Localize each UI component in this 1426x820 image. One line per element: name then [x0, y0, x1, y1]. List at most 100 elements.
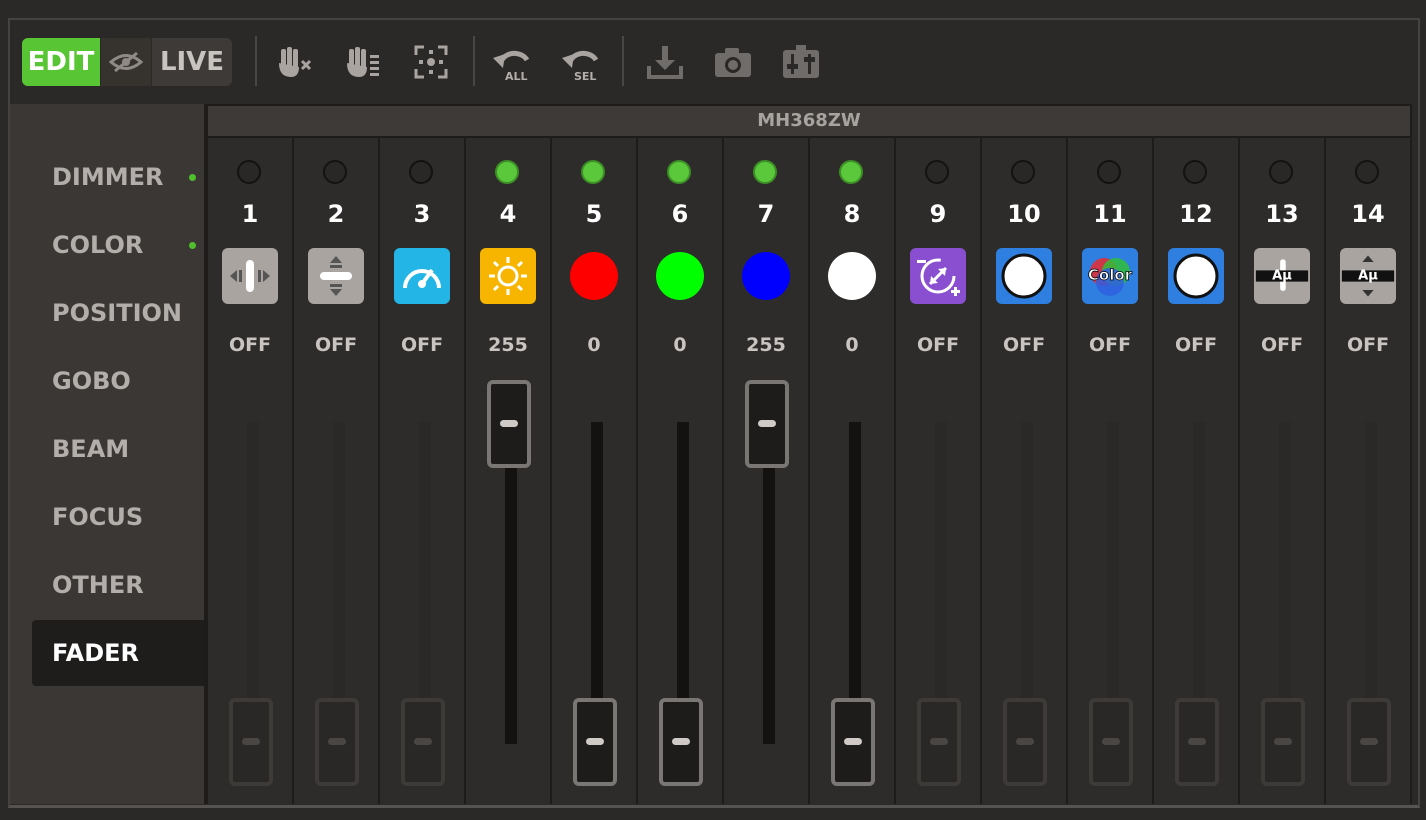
- fader-track[interactable]: [505, 422, 517, 744]
- store-icon: [647, 46, 683, 79]
- fader-knob[interactable]: [315, 698, 359, 786]
- active-values-indicator: [189, 174, 196, 181]
- channel-strip: 4 255: [466, 138, 550, 804]
- channel-strip: 2 OFF: [294, 138, 378, 804]
- fader-track[interactable]: [1193, 422, 1205, 744]
- sidebar-item-beam[interactable]: BEAM: [32, 416, 204, 482]
- hide-mode-button[interactable]: [100, 38, 152, 86]
- channel-status-led[interactable]: [1011, 160, 1035, 184]
- channel-value: OFF: [228, 334, 272, 356]
- fader-knob[interactable]: [573, 698, 617, 786]
- channel-status-led[interactable]: [753, 160, 777, 184]
- channel-number: 3: [413, 200, 431, 228]
- fader-track[interactable]: [677, 422, 689, 744]
- sidebar-item-focus[interactable]: FOCUS: [32, 484, 204, 550]
- sidebar-item-position[interactable]: POSITION: [32, 280, 204, 346]
- channel-status-led[interactable]: [581, 160, 605, 184]
- fixture-name: MH368ZW: [208, 106, 1410, 136]
- color-wheel-icon: [996, 248, 1052, 304]
- fader-knob[interactable]: [917, 698, 961, 786]
- highlight-button[interactable]: [340, 40, 386, 84]
- fader-track[interactable]: [1021, 422, 1033, 744]
- channel-strip: 13 Aμ OFF: [1240, 138, 1324, 804]
- channel-status-led[interactable]: [1097, 160, 1121, 184]
- snapshot-button[interactable]: [710, 40, 756, 84]
- fader-knob[interactable]: [1003, 698, 1047, 786]
- fader-knob[interactable]: [1347, 698, 1391, 786]
- undo-selected-button[interactable]: SEL: [559, 40, 605, 84]
- fader-grip: [1274, 738, 1292, 745]
- channel-number: 2: [327, 200, 345, 228]
- fader-track[interactable]: [763, 422, 775, 744]
- fader-track[interactable]: [591, 422, 603, 744]
- fader-track[interactable]: [935, 422, 947, 744]
- channel-number: 14: [1351, 200, 1385, 228]
- sidebar-item-color[interactable]: COLOR: [32, 212, 204, 278]
- fader-knob[interactable]: [1089, 698, 1133, 786]
- fader-grip: [242, 738, 260, 745]
- fader-settings-button[interactable]: [778, 40, 824, 84]
- channel-status-led[interactable]: [839, 160, 863, 184]
- sidebar-item-fader[interactable]: FADER: [32, 620, 204, 686]
- fixture-fader-panel: MH368ZW 1 OFF 2 OFF 3 OFF 4 255 5 0 6 0 7 255 8 0 9 OFF 10…: [204, 104, 1412, 804]
- fader-track[interactable]: [247, 422, 259, 744]
- fader-knob[interactable]: [659, 698, 703, 786]
- channel-value: OFF: [1260, 334, 1304, 356]
- fader-track[interactable]: [333, 422, 345, 744]
- channel-status-led[interactable]: [409, 160, 433, 184]
- channel-strip: 11 Color OFF: [1068, 138, 1152, 804]
- channel-status-led[interactable]: [667, 160, 691, 184]
- sidebar-item-dimmer[interactable]: DIMMER: [32, 144, 204, 210]
- channel-status-led[interactable]: [495, 160, 519, 184]
- channel-status-led[interactable]: [925, 160, 949, 184]
- fader-grip: [1360, 738, 1378, 745]
- fader-grip: [1016, 738, 1034, 745]
- channel-value: 255: [746, 334, 786, 356]
- fader-grip: [1188, 738, 1206, 745]
- channel-status-led[interactable]: [323, 160, 347, 184]
- channel-number: 5: [585, 200, 603, 228]
- fader-knob[interactable]: [745, 380, 789, 468]
- fader-track[interactable]: [1365, 422, 1377, 744]
- channel-status-led[interactable]: [1269, 160, 1293, 184]
- fader-knob[interactable]: [831, 698, 875, 786]
- fader-knob[interactable]: [401, 698, 445, 786]
- edit-mode-button[interactable]: EDIT: [22, 38, 100, 86]
- sidebar-item-other[interactable]: OTHER: [32, 552, 204, 618]
- undo-all-button[interactable]: ALL: [490, 40, 536, 84]
- channel-strip: 12 OFF: [1154, 138, 1238, 804]
- auto-program-speed-icon: Aμ: [1340, 248, 1396, 304]
- white-color-icon: [824, 248, 880, 304]
- fader-knob[interactable]: [1261, 698, 1305, 786]
- tilt-fine-icon: [308, 248, 364, 304]
- fader-settings-icon: [783, 45, 819, 78]
- channel-number: 8: [843, 200, 861, 228]
- channel-strip: 3 OFF: [380, 138, 464, 804]
- fader-track[interactable]: [1107, 422, 1119, 744]
- channel-strip: 9 OFF: [896, 138, 980, 804]
- clear-hand-button[interactable]: [272, 40, 318, 84]
- live-mode-button[interactable]: LIVE: [152, 38, 232, 86]
- fader-grip: [1102, 738, 1120, 745]
- fader-grip: [844, 738, 862, 745]
- channel-number: 12: [1179, 200, 1213, 228]
- auto-program-speed-label: Aμ: [1358, 269, 1378, 284]
- channel-status-led[interactable]: [237, 160, 261, 184]
- fader-track[interactable]: [419, 422, 431, 744]
- fader-knob[interactable]: [229, 698, 273, 786]
- fader-knob[interactable]: [1175, 698, 1219, 786]
- attribute-sidebar: DIMMER COLOR POSITION GOBO BEAM FOCUS OT…: [10, 104, 204, 804]
- sidebar-item-gobo[interactable]: GOBO: [32, 348, 204, 414]
- select-fixture-button[interactable]: [408, 40, 454, 84]
- channel-status-led[interactable]: [1183, 160, 1207, 184]
- store-button[interactable]: [642, 40, 688, 84]
- toolbar-divider: [622, 36, 624, 86]
- channel-value: OFF: [1002, 334, 1046, 356]
- fader-track[interactable]: [849, 422, 861, 744]
- fader-knob[interactable]: [487, 380, 531, 468]
- fader-track[interactable]: [1279, 422, 1291, 744]
- channel-value: OFF: [916, 334, 960, 356]
- undo-all-label: ALL: [505, 70, 528, 82]
- channel-status-led[interactable]: [1355, 160, 1379, 184]
- channel-strip: 14 Aμ OFF: [1326, 138, 1410, 804]
